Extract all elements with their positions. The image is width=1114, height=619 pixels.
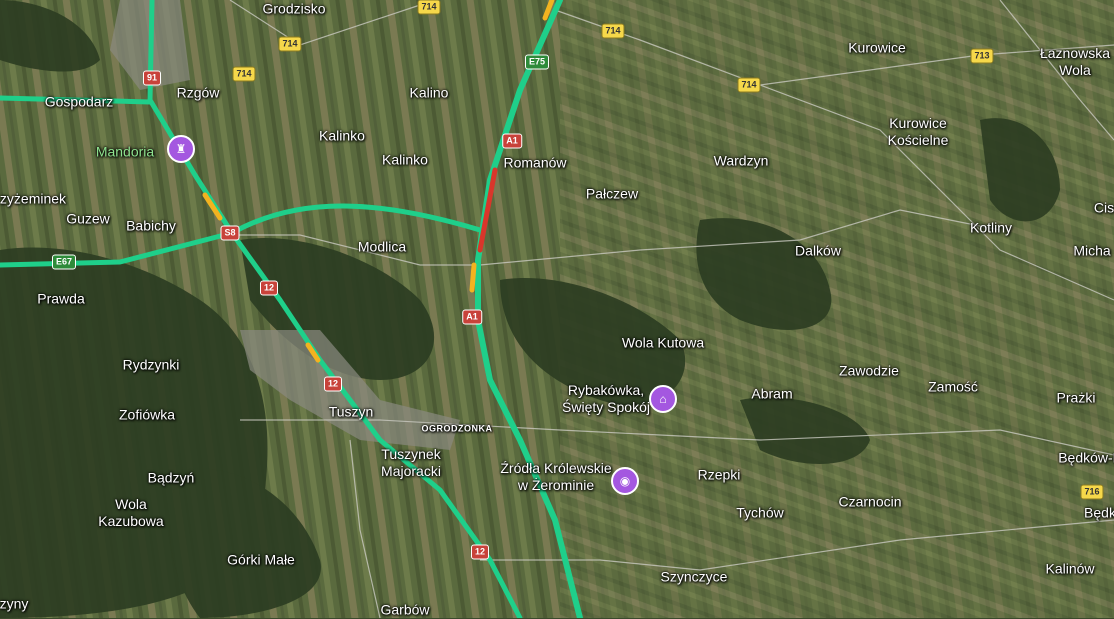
place-label[interactable]: Rydzynki: [123, 357, 180, 374]
place-label[interactable]: Prawda: [37, 291, 84, 308]
place-label[interactable]: Garbów: [380, 602, 429, 619]
road-shield: 12: [259, 280, 279, 296]
poi-label[interactable]: Rybakówka, Święty Spokój: [562, 382, 650, 416]
road-shield: E67: [51, 254, 77, 270]
place-label[interactable]: Łaznowska Wola: [1040, 45, 1110, 79]
road-shield: 714: [417, 0, 441, 15]
place-label[interactable]: Czarnocin: [838, 494, 901, 511]
place-label[interactable]: Będk: [1084, 505, 1114, 522]
lodging-icon[interactable]: ⌂: [649, 385, 677, 413]
road-shield: A1: [502, 133, 522, 149]
place-label[interactable]: Guzew: [66, 211, 110, 228]
poi-label[interactable]: Źródła Królewskie w Żerominie: [500, 460, 611, 494]
place-label[interactable]: Zawodzie: [839, 363, 899, 380]
place-label[interactable]: Gospodarz: [45, 94, 113, 111]
place-label[interactable]: Zofiówka: [119, 407, 175, 424]
place-label[interactable]: Tychów: [736, 505, 783, 522]
place-label[interactable]: Kalinko: [382, 152, 428, 169]
road-shield: 713: [970, 48, 994, 64]
poi-label[interactable]: Mandoria: [96, 144, 154, 161]
road-shield: 714: [278, 36, 302, 52]
place-label[interactable]: Górki Małe: [227, 552, 295, 569]
place-label[interactable]: Szynczyce: [661, 569, 728, 586]
place-label[interactable]: Micha: [1073, 243, 1110, 260]
place-label[interactable]: Dalków: [795, 243, 841, 260]
place-label[interactable]: Wola Kutowa: [622, 335, 704, 352]
place-label[interactable]: Pałczew: [586, 186, 638, 203]
place-label[interactable]: Kurowice Kościelne: [888, 115, 949, 149]
street-label: OGRODZONKA: [421, 423, 493, 434]
place-label[interactable]: Kurowice: [848, 40, 906, 57]
place-label[interactable]: Kalino: [410, 85, 449, 102]
place-label[interactable]: Wola Kazubowa: [98, 496, 163, 530]
place-label[interactable]: Abram: [751, 386, 792, 403]
camera-icon[interactable]: ◉: [611, 467, 639, 495]
road-shield: 714: [737, 77, 761, 93]
road-shield: 714: [601, 23, 625, 39]
road-shield: S8: [220, 225, 240, 241]
place-label[interactable]: Bądzyń: [148, 470, 195, 487]
road-shield: 716: [1080, 484, 1104, 500]
place-label[interactable]: zyżeminek: [0, 191, 66, 208]
place-label[interactable]: Kotliny: [970, 220, 1012, 237]
place-label[interactable]: Romanów: [503, 155, 566, 172]
road-shield: A1: [462, 309, 482, 325]
place-label[interactable]: Tuszyn: [329, 404, 374, 421]
place-label[interactable]: Zamość: [928, 379, 978, 396]
place-label[interactable]: Rzepki: [698, 467, 741, 484]
place-label[interactable]: Prażki: [1057, 390, 1096, 407]
satellite-map[interactable]: [0, 0, 1114, 618]
road-shield: 714: [232, 66, 256, 82]
place-label[interactable]: Rzgów: [177, 85, 220, 102]
road-shield: E75: [524, 54, 550, 70]
place-label[interactable]: Modlica: [358, 239, 406, 256]
place-label[interactable]: Kalinów: [1045, 561, 1094, 578]
place-label[interactable]: Tuszynek Majoracki: [381, 446, 441, 480]
place-label[interactable]: Cis: [1094, 200, 1114, 217]
place-label[interactable]: Babichy: [126, 218, 176, 235]
theme-park-icon[interactable]: ♜: [167, 135, 195, 163]
place-label[interactable]: Wardzyn: [714, 153, 769, 170]
place-label[interactable]: Grodzisko: [262, 1, 325, 18]
place-label[interactable]: Kalinko: [319, 128, 365, 145]
place-label[interactable]: Będków-Ko: [1058, 450, 1114, 467]
road-shield: 12: [470, 544, 490, 560]
road-shield: 12: [323, 376, 343, 392]
place-label[interactable]: zyny: [0, 596, 28, 613]
road-shield: 91: [142, 70, 162, 86]
